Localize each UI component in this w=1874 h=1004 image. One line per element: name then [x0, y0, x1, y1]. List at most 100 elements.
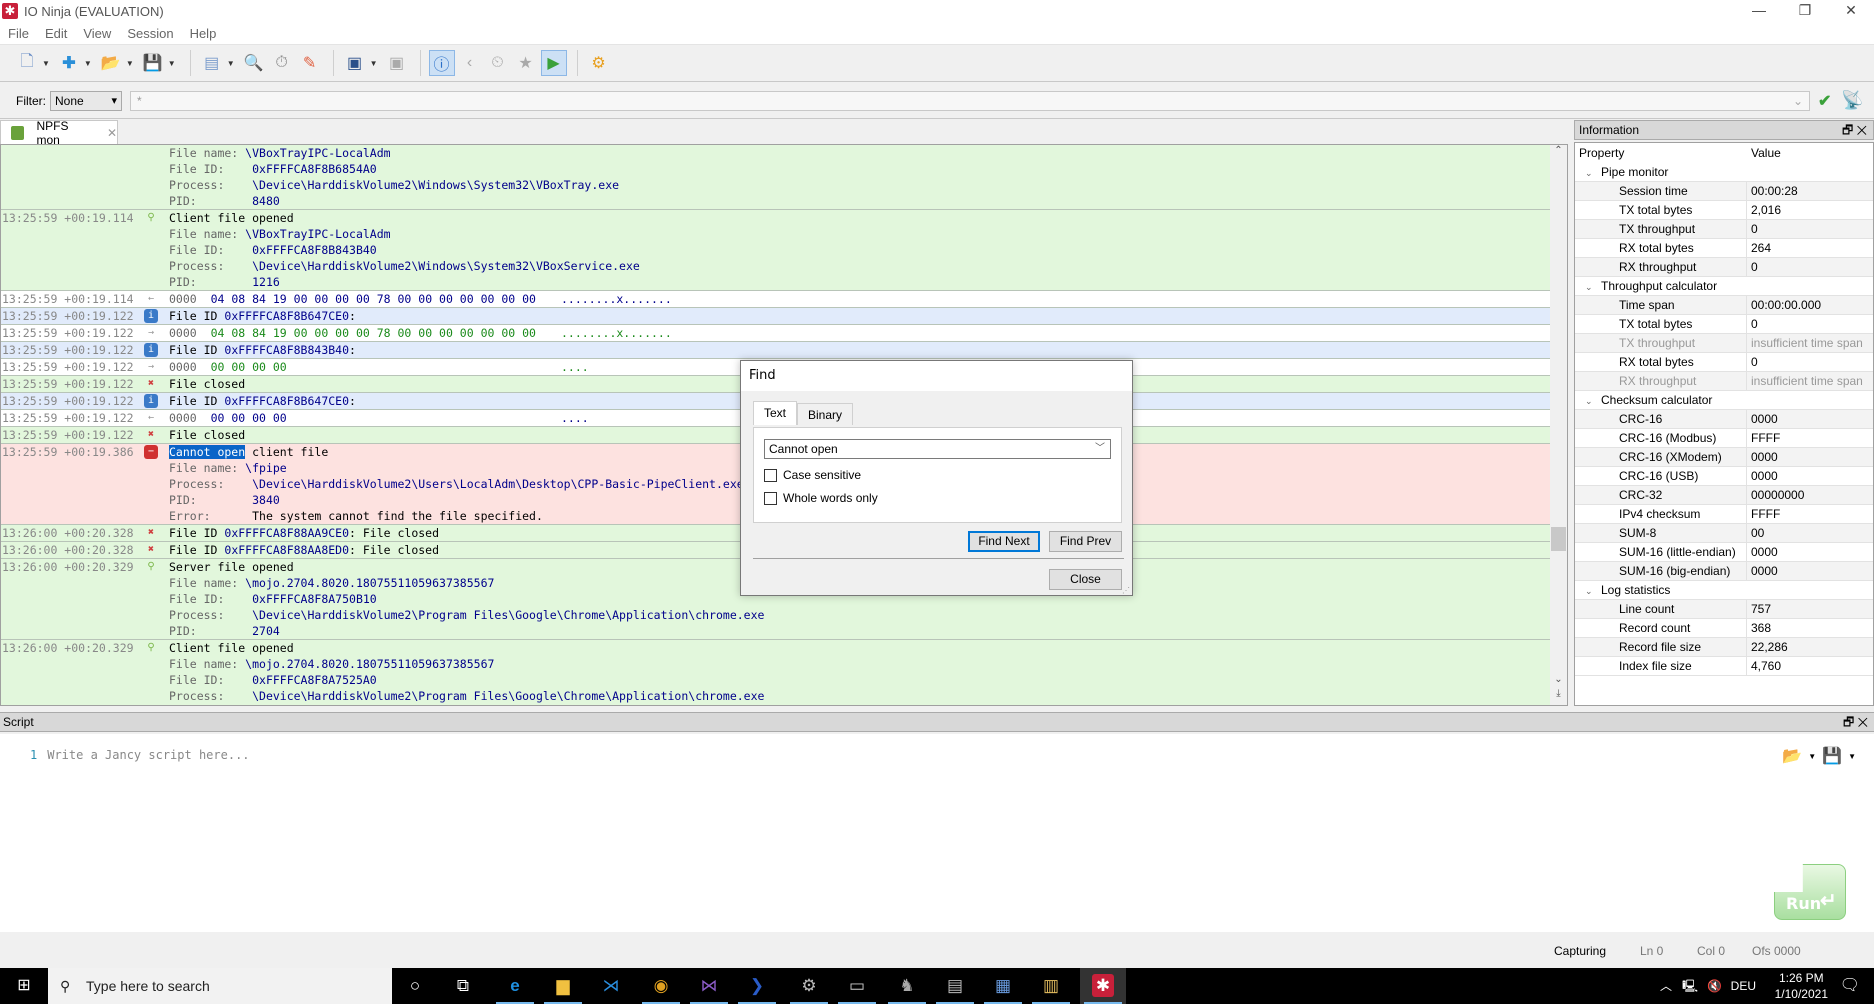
log-record[interactable]: 13:25:59 +00:19.122 i File ID 0xFFFFCA8F8B… — [1, 308, 1551, 325]
whole-words-checkbox[interactable]: Whole words only — [764, 491, 878, 505]
chrome-icon[interactable]: ◉ — [638, 968, 684, 1004]
search-highlight[interactable]: Cannot open — [169, 445, 246, 459]
menu-file[interactable]: File — [8, 26, 29, 41]
chevron-down-icon[interactable]: ⌄ — [1585, 278, 1601, 297]
open-script-dropdown[interactable]: ▼ — [1808, 752, 1816, 761]
case-sensitive-checkbox[interactable]: Case sensitive — [764, 468, 861, 482]
terminal-disabled-button[interactable]: ▣ — [384, 50, 410, 76]
notepad-icon[interactable]: ▥ — [1028, 968, 1074, 1004]
save-dropdown[interactable]: ▼ — [168, 59, 176, 68]
chevron-down-icon[interactable]: ⌄ — [1793, 92, 1803, 110]
panel-float-close-icons[interactable]: 🗗 ✕ — [1843, 713, 1868, 731]
show-hidden-icons[interactable]: ︿ — [1660, 968, 1672, 1004]
log-record[interactable]: 13:25:59 +00:19.122 i File ID 0xFFFFCA8F8B… — [1, 342, 1551, 359]
log-record[interactable]: 13:25:59 +00:19.122 → 0000 04 08 84 19 00 … — [1, 325, 1551, 342]
io-ninja-taskbar-icon[interactable]: ✱ — [1080, 968, 1126, 1004]
scroll-up-icon[interactable]: ⌃ — [1550, 145, 1567, 162]
log-record[interactable]: 13:26:00 +00:20.329 ⚲ Client file opened Fi… — [1, 640, 1551, 705]
checkbox-box[interactable] — [764, 491, 777, 505]
close-window-button[interactable]: ✕ — [1828, 0, 1874, 22]
settings-button[interactable]: ⚙ — [586, 50, 612, 76]
menu-session[interactable]: Session — [127, 26, 173, 41]
edge-icon[interactable]: e — [492, 968, 538, 1004]
save-script-dropdown[interactable]: ▼ — [1848, 752, 1856, 761]
info-panel-toggle[interactable]: ⓘ — [428, 50, 455, 76]
property-row[interactable]: RX throughput insufficient time span — [1575, 372, 1873, 391]
close-tab-icon[interactable]: ✕ — [107, 126, 117, 140]
powershell-icon[interactable]: ❯ — [734, 968, 780, 1004]
hex-view-button[interactable]: ▤ — [199, 50, 225, 76]
log-record[interactable]: 13:25:59 +00:19.114 ← 0000 04 08 84 19 00 … — [1, 291, 1551, 308]
open-button[interactable]: 📂 — [98, 50, 124, 76]
save-button[interactable]: 💾 — [140, 50, 166, 76]
run-script-button[interactable]: Run ↵ — [1774, 864, 1846, 920]
property-row[interactable]: Time span 00:00:00.000 — [1575, 296, 1873, 315]
hex-view-dropdown[interactable]: ▼ — [227, 59, 235, 68]
new-session-button[interactable]: 🗋 — [14, 50, 40, 76]
add-button[interactable]: ✚ — [56, 50, 82, 76]
property-row[interactable]: SUM-16 (little-endian) 0000 — [1575, 543, 1873, 562]
property-row[interactable]: Index file size 4,760 — [1575, 657, 1873, 676]
property-row[interactable]: TX throughput 0 — [1575, 220, 1873, 239]
file-explorer-icon[interactable]: ▆ — [540, 968, 586, 1004]
menu-help[interactable]: Help — [190, 26, 217, 41]
terminal-icon[interactable]: ▭ — [834, 968, 880, 1004]
property-row[interactable]: CRC-16 (USB) 0000 — [1575, 467, 1873, 486]
log-record[interactable]: 13:25:59 +00:19.114 ⚲ Client file opened Fi… — [1, 210, 1551, 291]
add-dropdown[interactable]: ▼ — [84, 59, 92, 68]
property-row[interactable]: Session time 00:00:28 — [1575, 182, 1873, 201]
new-session-dropdown[interactable]: ▼ — [42, 59, 50, 68]
property-row[interactable]: RX total bytes 264 — [1575, 239, 1873, 258]
start-button[interactable]: ⊞ — [0, 968, 48, 1004]
property-row[interactable]: Record count 368 — [1575, 619, 1873, 638]
property-row[interactable]: CRC-16 (Modbus) FFFF — [1575, 429, 1873, 448]
open-dropdown[interactable]: ▼ — [126, 59, 134, 68]
find-next-button[interactable]: Find Next — [968, 531, 1040, 552]
tab-binary[interactable]: Binary — [797, 403, 854, 425]
property-row[interactable]: SUM-16 (big-endian) 0000 — [1575, 562, 1873, 581]
menu-edit[interactable]: Edit — [45, 26, 67, 41]
network-tool-icon[interactable]: ⚙ — [786, 968, 832, 1004]
stopwatch-panel-toggle[interactable]: ⏲ — [485, 50, 511, 76]
property-row[interactable]: TX total bytes 2,016 — [1575, 201, 1873, 220]
script-editor[interactable]: 1 Write a Jancy script here... 📂 ▼ 💾 ▼ Run … — [0, 734, 1874, 932]
property-row[interactable]: Line count 757 — [1575, 600, 1873, 619]
chevron-down-icon[interactable]: ⌄ — [1585, 392, 1601, 411]
script-panel-toggle[interactable]: ▶ — [540, 50, 567, 76]
property-row[interactable]: CRC-16 0000 — [1575, 410, 1873, 429]
property-row[interactable]: TX total bytes 0 — [1575, 315, 1873, 334]
find-prev-button[interactable]: Find Prev — [1049, 531, 1122, 552]
property-row[interactable]: Record file size 22,286 — [1575, 638, 1873, 657]
minimize-button[interactable]: — — [1736, 0, 1782, 22]
scroll-to-end-icon[interactable]: ⤓ — [1550, 688, 1567, 705]
scroll-thumb[interactable] — [1551, 527, 1566, 551]
restore-button[interactable]: ❐ — [1782, 0, 1828, 22]
panel-float-close-icons[interactable]: 🗗 ✕ — [1842, 121, 1867, 139]
filter-input[interactable]: * ⌄ — [130, 90, 1810, 111]
task-view-icon[interactable]: ⧉ — [440, 968, 486, 1004]
property-group[interactable]: ⌄ Throughput calculator — [1575, 277, 1873, 296]
previous-panel-toggle[interactable]: ‹ — [457, 50, 483, 76]
tab-npfs-mon[interactable]: NPFS mon ✕ — [0, 119, 118, 147]
stopwatch-button[interactable]: ⏱ — [269, 50, 295, 76]
resize-grip-icon[interactable]: ⋰ — [1122, 586, 1130, 595]
property-row[interactable]: IPv4 checksum FFFF — [1575, 505, 1873, 524]
property-group[interactable]: ⌄ Log statistics — [1575, 581, 1873, 600]
terminal-button[interactable]: ▣ — [342, 50, 368, 76]
save-script-icon[interactable]: 💾 — [1822, 746, 1842, 766]
clock[interactable]: 1:26 PM 1/10/2021 — [1775, 970, 1828, 1002]
property-row[interactable]: RX total bytes 0 — [1575, 353, 1873, 372]
property-row[interactable]: TX throughput insufficient time span — [1575, 334, 1873, 353]
capture-filter-icon[interactable]: 📡 — [1841, 90, 1863, 111]
filter-mode-select[interactable]: None — [50, 90, 122, 111]
bookmark-panel-toggle[interactable]: ★ — [513, 50, 539, 76]
property-group[interactable]: ⌄ Pipe monitor — [1575, 163, 1873, 182]
chevron-down-icon[interactable]: ⌄ — [1585, 164, 1601, 183]
checkbox-box[interactable] — [764, 468, 777, 482]
visual-studio-icon[interactable]: ⋈ — [686, 968, 732, 1004]
property-row[interactable]: RX throughput 0 — [1575, 258, 1873, 277]
clear-log-button[interactable]: ✎ — [297, 50, 323, 76]
close-dialog-button[interactable]: Close — [1049, 569, 1122, 590]
app-spy-icon[interactable]: ♞ — [884, 968, 930, 1004]
find-button[interactable]: 🔍 — [241, 50, 267, 76]
